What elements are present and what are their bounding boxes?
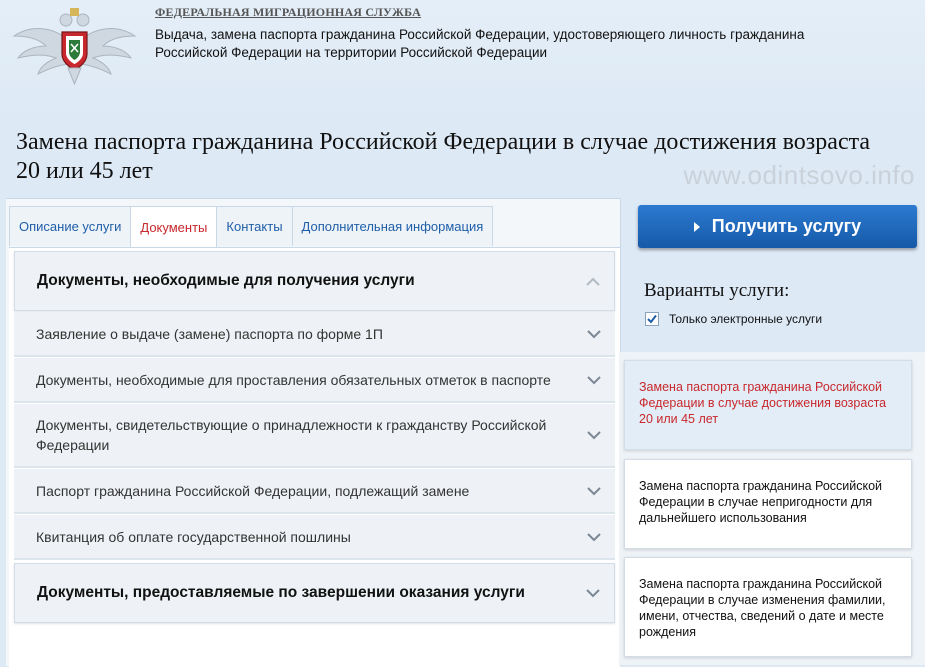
eagle-emblem-icon (12, 8, 137, 86)
document-item[interactable]: Квитанция об оплате государственной пошл… (14, 515, 615, 560)
documents-tab-content: Документы, необходимые для получения усл… (9, 247, 620, 667)
only-electronic-label: Только электронные услуги (669, 312, 823, 326)
only-electronic-filter[interactable]: Только электронные услуги (645, 312, 822, 326)
get-service-button[interactable]: Получить услугу (638, 205, 917, 248)
tab-bar: Описание услуги Документы Контакты Допол… (9, 206, 494, 247)
chevron-down-icon (587, 431, 601, 440)
service-option-name-change[interactable]: Замена паспорта гражданина Российской Фе… (624, 557, 912, 657)
service-variants-title: Варианты услуги: (644, 280, 790, 301)
section-title: Документы, предоставляемые по завершении… (37, 584, 525, 601)
tab-description[interactable]: Описание услуги (9, 206, 132, 246)
chevron-down-icon (587, 533, 601, 542)
tab-contacts[interactable]: Контакты (216, 206, 293, 246)
tab-additional-info[interactable]: Дополнительная информация (291, 206, 494, 246)
chevron-down-icon (587, 376, 601, 385)
completion-documents-header[interactable]: Документы, предоставляемые по завершении… (14, 563, 615, 623)
chevron-down-icon (587, 487, 601, 496)
section-title: Документы, необходимые для получения усл… (37, 272, 415, 289)
required-documents-header[interactable]: Документы, необходимые для получения усл… (14, 251, 615, 311)
checkmark-icon (647, 314, 657, 324)
chevron-down-icon (586, 589, 600, 598)
only-electronic-checkbox[interactable] (645, 312, 659, 326)
tab-documents[interactable]: Документы (130, 206, 218, 247)
document-item[interactable]: Паспорт гражданина Российской Федерации,… (14, 469, 615, 514)
service-description: Выдача, замена паспорта гражданина Росси… (155, 27, 805, 60)
play-arrow-icon (693, 221, 700, 232)
service-info-panel: Описание услуги Документы Контакты Допол… (6, 198, 621, 667)
document-item[interactable]: Документы, необходимые для проставления … (14, 358, 615, 403)
service-option-age-20-45[interactable]: Замена паспорта гражданина Российской Фе… (624, 360, 912, 450)
site-header: ФЕДЕРАЛЬНАЯ МИГРАЦИОННАЯ СЛУЖБА Выдача, … (0, 0, 925, 120)
get-service-label: Получить услугу (711, 216, 862, 236)
service-option-unfit[interactable]: Замена паспорта гражданина Российской Фе… (624, 459, 912, 549)
chevron-up-icon (586, 277, 600, 286)
watermark: www.odintsovo.info (683, 160, 915, 190)
document-item[interactable]: Документы, свидетельствующие о принадлеж… (14, 404, 615, 468)
document-item[interactable]: Заявление о выдаче (замене) паспорта по … (14, 312, 615, 357)
chevron-down-icon (587, 330, 601, 339)
agency-name-link[interactable]: ФЕДЕРАЛЬНАЯ МИГРАЦИОННАЯ СЛУЖБА (155, 5, 421, 20)
